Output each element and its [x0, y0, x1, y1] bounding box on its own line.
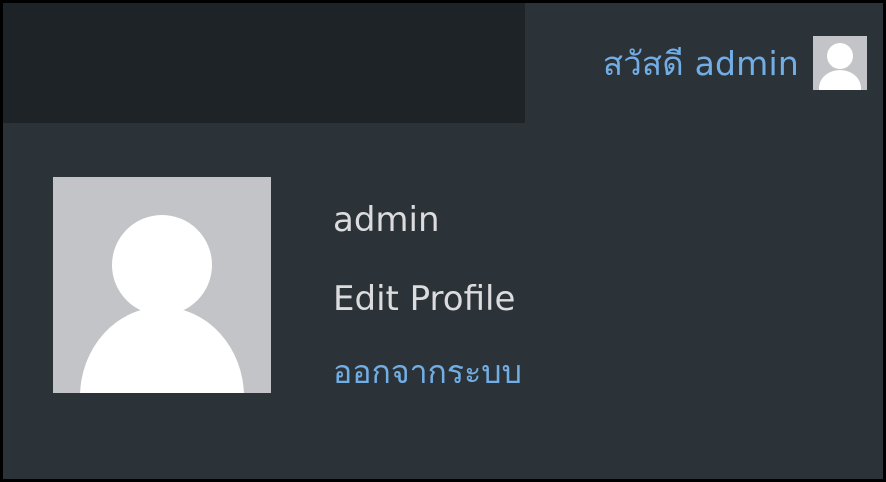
admin-bar-left	[3, 3, 525, 123]
user-avatar-icon[interactable]	[813, 36, 867, 90]
greeting-text[interactable]: สวัสดี admin	[603, 37, 799, 90]
avatar-head-shape	[827, 43, 853, 69]
my-account-menu[interactable]: สวัสดี admin	[525, 3, 883, 123]
avatar-body-shape	[80, 307, 244, 393]
profile-avatar-icon[interactable]	[53, 177, 271, 393]
logout-link[interactable]: ออกจากระบบ	[333, 341, 522, 403]
admin-bar-frame: สวัสดี admin admin Edit Profile ออกจากระ…	[0, 0, 886, 482]
user-actions-menu: admin Edit Profile ออกจากระบบ	[333, 191, 522, 403]
avatar-body-shape	[819, 70, 861, 90]
username-link[interactable]: admin	[333, 191, 522, 249]
avatar-head-shape	[112, 215, 212, 315]
edit-profile-link[interactable]: Edit Profile	[333, 249, 522, 349]
